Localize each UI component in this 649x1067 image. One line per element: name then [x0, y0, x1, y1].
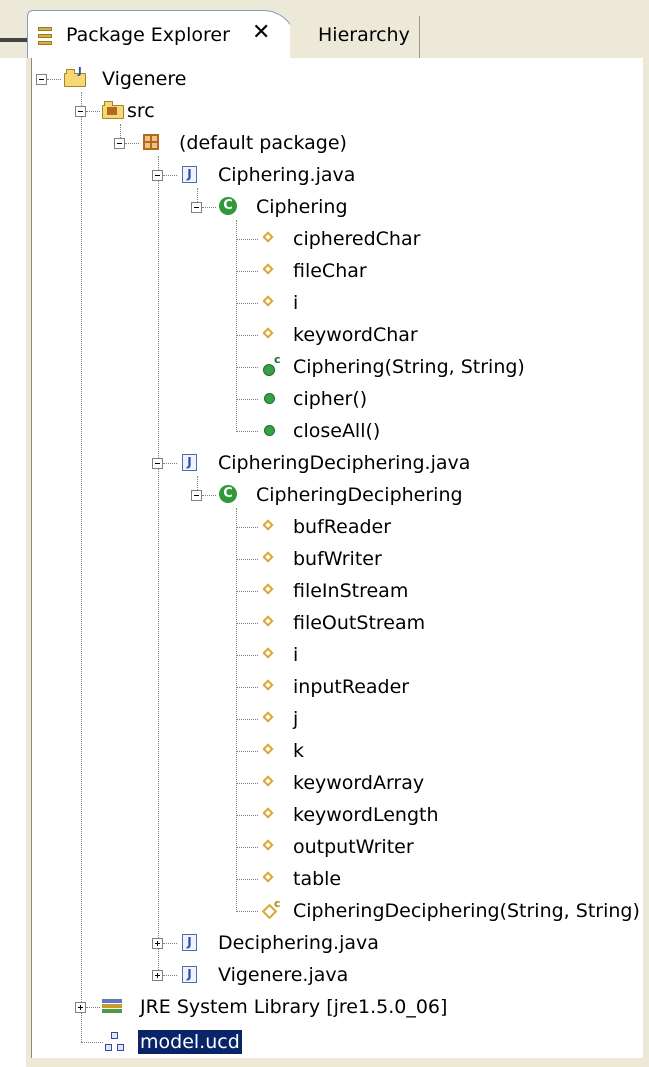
constructor-icon: c — [260, 353, 282, 377]
class-icon: C — [217, 483, 239, 505]
view-frame-left — [26, 58, 32, 1067]
field-icon — [258, 291, 280, 313]
tree-item-src[interactable]: src — [127, 99, 155, 123]
collapse-toggle-project[interactable] — [36, 74, 47, 85]
tree-item-ciphering-class[interactable]: Ciphering — [256, 195, 348, 219]
method-icon — [258, 387, 280, 409]
tree-item-deciphering-java[interactable]: Deciphering.java — [218, 931, 379, 955]
tree-item-field[interactable]: keywordLength — [293, 803, 439, 827]
java-project-icon: J — [63, 66, 86, 89]
tree-item-field[interactable]: bufWriter — [293, 547, 382, 571]
collapse-toggle-ciphering-class[interactable] — [191, 202, 202, 213]
package-icon — [140, 131, 162, 153]
uml-diagram-icon — [104, 1030, 126, 1052]
collapse-toggle-ciphering-java[interactable] — [152, 170, 163, 181]
tree-item-constructor[interactable]: Ciphering(String, String) — [293, 355, 525, 379]
tree-item-method[interactable]: cipher() — [293, 387, 367, 411]
tree-item-field[interactable]: keywordChar — [293, 323, 418, 347]
field-icon — [258, 323, 280, 345]
tab-package-explorer-label: Package Explorer — [66, 24, 230, 46]
java-file-icon: J — [179, 163, 201, 185]
package-explorer-icon — [38, 27, 52, 45]
tree-item-field[interactable]: fileChar — [293, 259, 367, 283]
constructor-icon: c — [260, 897, 282, 921]
field-icon — [258, 611, 280, 633]
expand-toggle-vigenere-java[interactable] — [152, 970, 163, 981]
field-icon — [258, 547, 280, 569]
field-icon — [258, 739, 280, 761]
tree-item-model-ucd[interactable]: model.ucd — [138, 1030, 242, 1054]
field-icon — [258, 803, 280, 825]
field-icon — [258, 227, 280, 249]
close-icon[interactable]: ✕ — [252, 20, 270, 45]
field-icon — [258, 707, 280, 729]
field-icon — [258, 259, 280, 281]
tree-item-field[interactable]: i — [293, 643, 298, 667]
field-icon — [258, 579, 280, 601]
toolbar-divider — [0, 38, 30, 42]
java-file-icon: J — [179, 931, 201, 953]
tree-item-field[interactable]: i — [293, 291, 298, 315]
collapse-toggle-cipheringdeciphering-class[interactable] — [191, 490, 202, 501]
field-icon — [258, 867, 280, 889]
tree-item-field[interactable]: j — [293, 707, 298, 731]
collapse-toggle-cipheringdeciphering-java[interactable] — [152, 458, 163, 469]
collapse-toggle-src[interactable] — [75, 106, 86, 117]
tree-item-field[interactable]: k — [293, 739, 304, 763]
tree-item-vigenere-java[interactable]: Vigenere.java — [218, 963, 348, 987]
expand-toggle-jre-library[interactable] — [75, 1002, 86, 1013]
tree-item-field[interactable]: outputWriter — [293, 835, 414, 859]
java-file-icon: J — [179, 963, 201, 985]
tree-item-cipheringdeciphering-class[interactable]: CipheringDeciphering — [256, 483, 463, 507]
tree-item-field[interactable]: keywordArray — [293, 771, 424, 795]
tree-item-field[interactable]: bufReader — [293, 515, 391, 539]
tree-item-field[interactable]: inputReader — [293, 675, 409, 699]
java-file-icon: J — [179, 451, 201, 473]
tree-item-default-package[interactable]: (default package) — [179, 131, 347, 155]
tree-item-cipheringdeciphering-java[interactable]: CipheringDeciphering.java — [218, 451, 470, 475]
tree-item-field[interactable]: table — [293, 867, 341, 891]
field-icon — [258, 835, 280, 857]
tree-item-field[interactable]: fileInStream — [293, 579, 408, 603]
class-icon: C — [217, 195, 239, 217]
field-icon — [258, 515, 280, 537]
library-icon — [101, 995, 123, 1017]
tree-item-constructor[interactable]: CipheringDeciphering(String, String) — [293, 899, 640, 923]
method-icon — [258, 419, 280, 441]
tree-item-field[interactable]: cipheredChar — [293, 227, 420, 251]
view-frame-bottom — [26, 1058, 649, 1067]
field-icon — [258, 771, 280, 793]
expand-toggle-deciphering-java[interactable] — [152, 938, 163, 949]
tree-item-field[interactable]: fileOutStream — [293, 611, 425, 635]
field-icon — [258, 643, 280, 665]
tab-hierarchy-label: Hierarchy — [318, 24, 410, 46]
tree-item-jre-library[interactable]: JRE System Library [jre1.5.0_06] — [140, 995, 447, 1019]
tree-item-project[interactable]: Vigenere — [102, 67, 186, 91]
view-frame-right — [643, 58, 649, 1067]
tree-item-ciphering-java[interactable]: Ciphering.java — [218, 163, 355, 187]
source-folder-icon — [101, 99, 124, 121]
field-icon — [258, 675, 280, 697]
collapse-toggle-package[interactable] — [114, 138, 125, 149]
tree-item-method[interactable]: closeAll() — [293, 419, 380, 443]
